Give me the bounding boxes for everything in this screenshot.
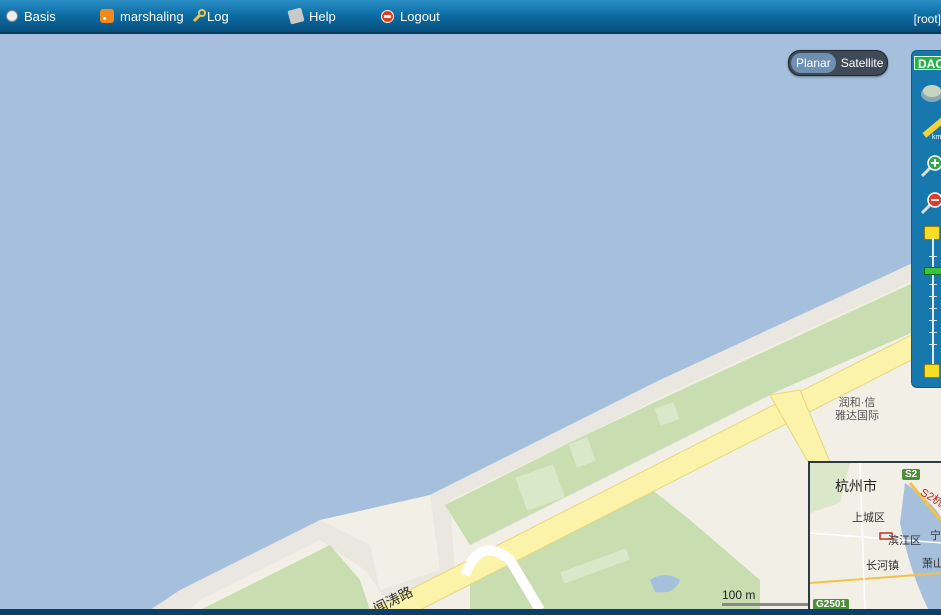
nav-basis[interactable]: Basis xyxy=(6,4,56,28)
help-icon xyxy=(287,7,305,25)
nav-basis-label: Basis xyxy=(24,8,56,24)
scale-label: 100 m xyxy=(722,588,756,602)
map-canvas[interactable]: 闻涛路 润和·信 雅达国际 xyxy=(0,34,941,610)
nav-help[interactable]: Help xyxy=(287,4,336,28)
top-nav-bar: Basis marshaling Log Help Logout [root] xyxy=(0,0,941,34)
wrench-icon xyxy=(192,9,206,23)
zoom-tick xyxy=(929,296,937,297)
zoom-in-icon[interactable] xyxy=(920,154,941,178)
nav-logout-label: Logout xyxy=(400,8,440,24)
overview-city-label: 杭州市 xyxy=(835,478,877,494)
zoom-slider-thumb[interactable] xyxy=(924,267,941,275)
gear-icon xyxy=(6,10,18,22)
zoom-slider[interactable] xyxy=(924,226,941,381)
zoom-slider-track xyxy=(932,238,934,368)
nav-marshaling-label: marshaling xyxy=(120,8,184,24)
nav-log-label: Log xyxy=(207,8,229,24)
overview-map[interactable]: 杭州市 上城区 滨江区 长河镇 萧山 宁 S2 G2501 S2杭 xyxy=(808,461,941,611)
poi-label-line1: 润和·信 xyxy=(838,397,876,409)
map-control-panel: DAO km xyxy=(911,50,941,388)
zoom-tick xyxy=(929,344,937,345)
overview-district-label: 长河镇 xyxy=(866,560,899,572)
map-type-planar[interactable]: Planar xyxy=(791,53,836,73)
map-type-satellite[interactable]: Satellite xyxy=(836,53,887,73)
scale-bar xyxy=(722,603,810,606)
rss-icon xyxy=(100,9,114,23)
nav-logout[interactable]: Logout xyxy=(381,4,440,28)
nav-help-label: Help xyxy=(309,8,336,24)
ruler-icon[interactable]: km xyxy=(920,116,941,141)
zoom-tick xyxy=(929,284,937,285)
brand-logo: DAO xyxy=(914,56,941,70)
zoom-tick xyxy=(929,256,937,257)
map-type-toggle[interactable]: Planar Satellite xyxy=(788,50,888,76)
bottom-status-bar xyxy=(0,609,941,615)
svg-text:km: km xyxy=(932,134,941,141)
layers-icon[interactable] xyxy=(920,81,941,105)
nav-marshaling[interactable]: marshaling xyxy=(100,4,184,28)
logout-icon xyxy=(381,9,394,23)
highway-shield: S2 xyxy=(902,469,921,480)
zoom-out-icon[interactable] xyxy=(920,191,941,215)
overview-district-label: 宁 xyxy=(930,530,941,542)
poi-label-line2: 雅达国际 xyxy=(835,410,879,422)
map-tiles xyxy=(150,250,941,610)
overview-district-label: 滨江区 xyxy=(888,535,921,547)
overview-district-label: 上城区 xyxy=(852,512,885,524)
overview-district-label: 萧山 xyxy=(922,558,941,570)
current-user: [root] xyxy=(913,12,941,26)
zoom-tick xyxy=(929,308,937,309)
poi-label: 润和·信 雅达国际 xyxy=(835,397,879,423)
zoom-slider-minus[interactable] xyxy=(924,364,940,378)
nav-log[interactable]: Log xyxy=(192,4,229,28)
zoom-tick xyxy=(929,332,937,333)
zoom-tick xyxy=(929,320,937,321)
